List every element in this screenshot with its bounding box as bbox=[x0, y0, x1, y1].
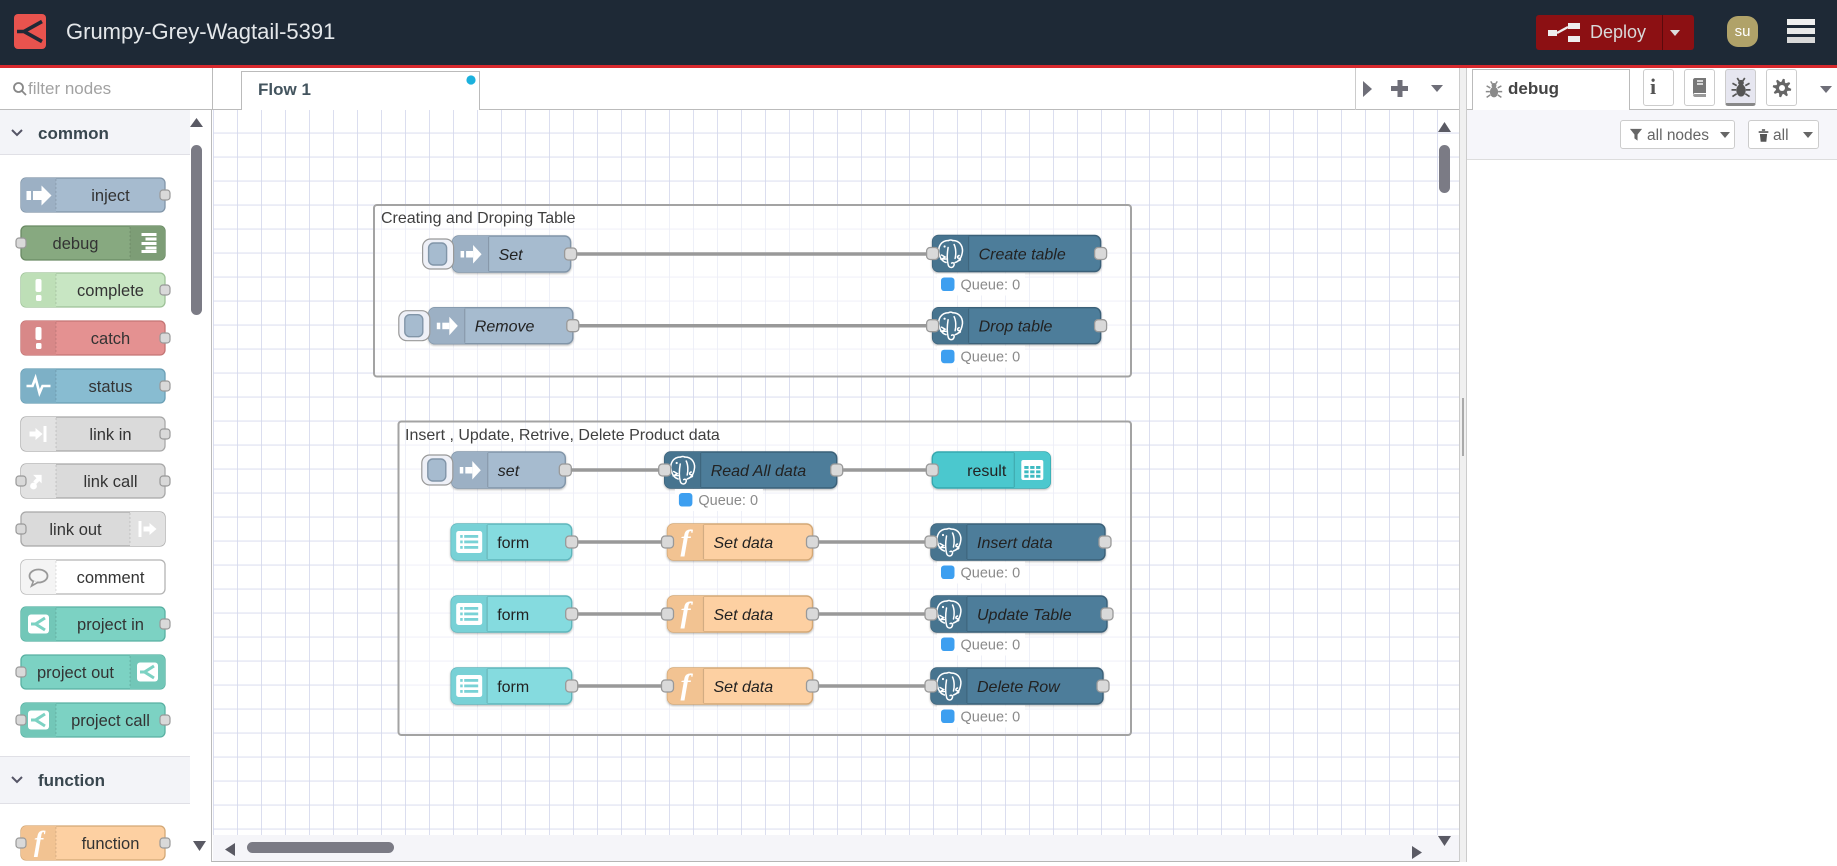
svg-text:Insert , Update, Retrive, Dele: Insert , Update, Retrive, Delete Product… bbox=[405, 427, 720, 444]
svg-text:link in: link in bbox=[89, 426, 131, 444]
svg-text:Queue: 0: Queue: 0 bbox=[698, 493, 758, 509]
svg-text:Delete Row: Delete Row bbox=[977, 679, 1061, 696]
svg-text:Create table: Create table bbox=[979, 247, 1066, 264]
svg-text:Set data: Set data bbox=[714, 535, 774, 552]
svg-text:project in: project in bbox=[77, 616, 144, 634]
svg-text:Queue: 0: Queue: 0 bbox=[961, 566, 1021, 582]
svg-text:Queue: 0: Queue: 0 bbox=[961, 710, 1021, 726]
svg-text:form: form bbox=[497, 535, 529, 552]
svg-text:project call: project call bbox=[71, 712, 150, 730]
svg-text:Creating and Droping Table: Creating and Droping Table bbox=[381, 210, 576, 227]
svg-text:form: form bbox=[497, 679, 529, 696]
svg-text:project out: project out bbox=[37, 664, 114, 682]
svg-text:Queue: 0: Queue: 0 bbox=[961, 278, 1021, 294]
svg-text:status: status bbox=[88, 378, 132, 396]
svg-text:Insert data: Insert data bbox=[977, 535, 1053, 552]
svg-text:form: form bbox=[497, 607, 529, 624]
svg-text:Read All data: Read All data bbox=[711, 463, 807, 480]
svg-text:Drop table: Drop table bbox=[979, 319, 1053, 336]
svg-text:catch: catch bbox=[91, 330, 130, 348]
svg-text:Update Table: Update Table bbox=[977, 607, 1072, 624]
svg-text:link out: link out bbox=[49, 521, 102, 539]
svg-text:Set data: Set data bbox=[714, 607, 774, 624]
svg-text:inject: inject bbox=[91, 187, 130, 205]
svg-text:Set: Set bbox=[499, 247, 524, 264]
svg-text:result: result bbox=[967, 463, 1007, 480]
svg-text:comment: comment bbox=[77, 569, 145, 587]
svg-text:Queue: 0: Queue: 0 bbox=[961, 350, 1021, 366]
svg-text:debug: debug bbox=[53, 235, 99, 253]
svg-text:Remove: Remove bbox=[475, 319, 535, 336]
svg-text:Queue: 0: Queue: 0 bbox=[961, 638, 1021, 654]
svg-text:link call: link call bbox=[83, 473, 137, 491]
svg-text:complete: complete bbox=[77, 282, 144, 300]
svg-text:Set data: Set data bbox=[714, 679, 774, 696]
svg-text:set: set bbox=[498, 463, 520, 480]
svg-text:function: function bbox=[82, 835, 140, 853]
